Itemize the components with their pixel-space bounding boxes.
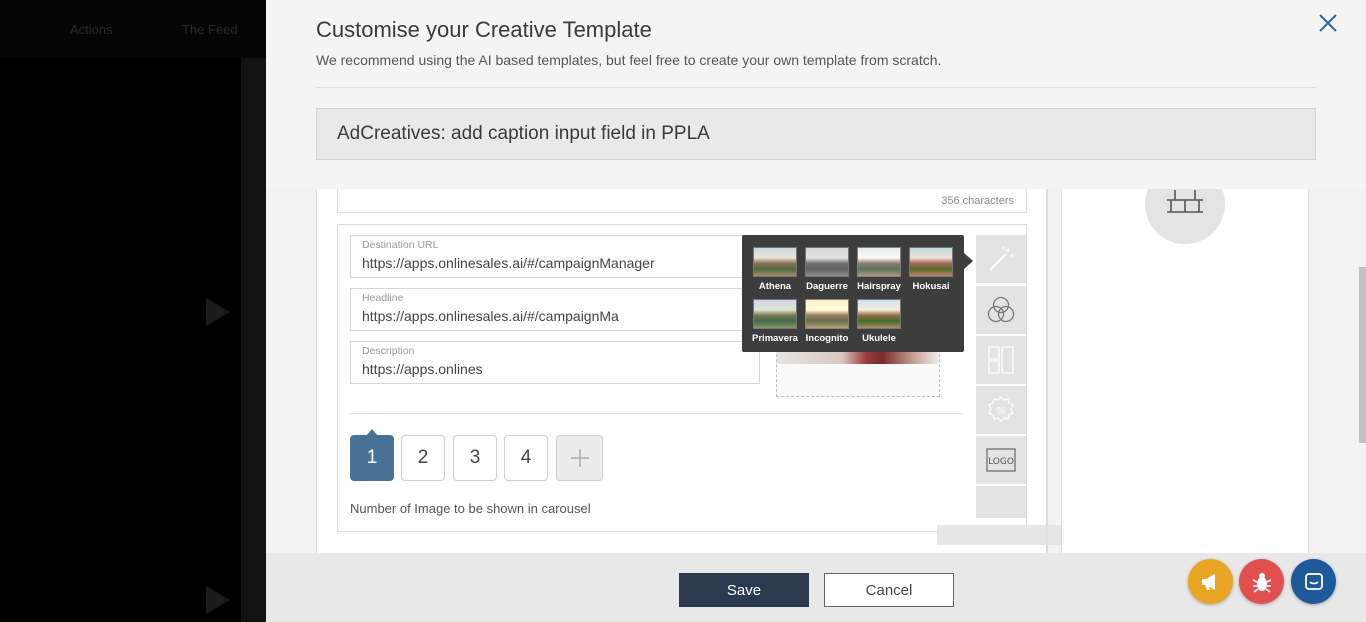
carousel-count-button-4[interactable]: 4 xyxy=(504,435,548,481)
modal-subtitle: We recommend using the AI based template… xyxy=(316,52,942,68)
carousel-count-button-2[interactable]: 2 xyxy=(401,435,445,481)
filter-thumbnail xyxy=(805,247,849,277)
filter-thumbnail xyxy=(857,299,901,329)
background-sidebar xyxy=(0,58,241,622)
filter-incognito[interactable]: Incognito xyxy=(801,299,853,344)
filter-label: Daguerre xyxy=(806,281,848,292)
filter-primavera[interactable]: Primavera xyxy=(749,299,801,344)
plus-icon xyxy=(570,449,589,467)
cancel-button[interactable]: Cancel xyxy=(824,573,954,607)
template-name-value: AdCreatives: add caption input field in … xyxy=(337,123,710,144)
preview-placeholder xyxy=(1145,189,1225,244)
layout-icon xyxy=(988,346,1014,374)
divider xyxy=(350,413,962,414)
filter-label: Ukulele xyxy=(862,333,896,344)
filter-label: Athena xyxy=(758,281,792,292)
filter-label: Hokusai xyxy=(912,281,950,292)
megaphone-icon xyxy=(1201,573,1215,590)
modal-header: Customise your Creative Template We reco… xyxy=(266,0,1366,189)
filter-athena[interactable]: Athena xyxy=(749,247,801,292)
background-app: Actions The Feed xyxy=(0,0,266,622)
chat-icon xyxy=(1304,572,1323,590)
destination-url-field[interactable]: Destination URL https://apps.onlinesales… xyxy=(350,235,760,278)
more-tool[interactable] xyxy=(976,486,1026,518)
discount-tool[interactable]: % xyxy=(976,386,1026,434)
filter-thumbnail xyxy=(753,247,797,277)
field-label: Description xyxy=(362,345,415,357)
filter-thumbnail xyxy=(805,299,849,329)
carousel-count-button-1[interactable]: 1 xyxy=(350,429,394,481)
filter-label: Primavera xyxy=(752,333,798,344)
panel-divider xyxy=(1046,189,1047,553)
logo-icon: LOGO xyxy=(986,448,1016,472)
description-field[interactable]: Description https://apps.onlines xyxy=(350,341,760,384)
report-bug-button[interactable] xyxy=(1239,559,1284,604)
magic-wand-icon xyxy=(989,247,1014,271)
filter-thumbnail xyxy=(857,247,901,277)
template-name-input[interactable]: AdCreatives: add caption input field in … xyxy=(316,108,1316,160)
svg-text:LOGO: LOGO xyxy=(988,457,1014,467)
filter-hokusai[interactable]: Hokusai xyxy=(905,247,957,292)
character-count: 356 characters xyxy=(941,195,1014,207)
svg-text:%: % xyxy=(996,406,1006,417)
filter-label: Incognito xyxy=(805,333,849,344)
logo-tool[interactable]: LOGO xyxy=(976,436,1026,484)
play-icon xyxy=(206,586,230,614)
filter-daguerre[interactable]: Daguerre xyxy=(801,247,853,292)
filter-ukulele[interactable]: Ukulele xyxy=(853,299,905,344)
field-value: https://apps.onlinesales.ai/#/campaignMa xyxy=(362,308,619,324)
close-button[interactable] xyxy=(1317,12,1339,34)
filter-thumbnail xyxy=(753,299,797,329)
filter-label: Hairspray xyxy=(857,281,901,292)
modal-title: Customise your Creative Template xyxy=(316,17,652,42)
background-top-bar: Actions The Feed xyxy=(0,0,266,58)
chat-support-button[interactable] xyxy=(1291,559,1336,604)
headline-field[interactable]: Headline https://apps.onlinesales.ai/#/c… xyxy=(350,288,760,331)
field-value: https://apps.onlinesales.ai/#/campaignMa… xyxy=(362,255,655,271)
color-filter-tool[interactable] xyxy=(976,286,1026,334)
background-nav-item: The Feed xyxy=(182,22,238,37)
layout-tool[interactable] xyxy=(976,336,1026,384)
play-icon xyxy=(206,298,230,326)
color-circles-icon xyxy=(987,296,1015,323)
caption-textarea[interactable]: 356 characters xyxy=(337,189,1027,213)
announcements-button[interactable] xyxy=(1188,559,1233,604)
filter-thumbnail xyxy=(909,247,953,277)
header-divider xyxy=(316,87,1316,88)
field-label: Headline xyxy=(362,292,404,304)
magic-wand-tool[interactable] xyxy=(976,235,1026,283)
background-nav-item: Actions xyxy=(70,22,113,37)
solar-panel-icon xyxy=(1167,190,1203,213)
filter-popup: Athena Daguerre Hairspray Hokusai Primav… xyxy=(742,235,973,352)
carousel-count-button-3[interactable]: 3 xyxy=(453,435,497,481)
save-button[interactable]: Save xyxy=(679,573,809,607)
field-value: https://apps.onlines xyxy=(362,361,483,377)
add-carousel-image-button[interactable] xyxy=(556,435,603,481)
close-icon xyxy=(1319,14,1337,32)
bug-icon xyxy=(1252,572,1271,593)
field-label: Destination URL xyxy=(362,239,439,251)
scrollbar[interactable] xyxy=(1359,267,1366,443)
cta-field[interactable] xyxy=(937,525,1077,545)
filter-hairspray[interactable]: Hairspray xyxy=(853,247,905,292)
preview-panel xyxy=(1061,189,1309,553)
discount-icon: % xyxy=(988,396,1014,422)
image-toolbar: % LOGO xyxy=(976,235,1026,518)
carousel-caption: Number of Image to be shown in carousel xyxy=(350,501,591,516)
